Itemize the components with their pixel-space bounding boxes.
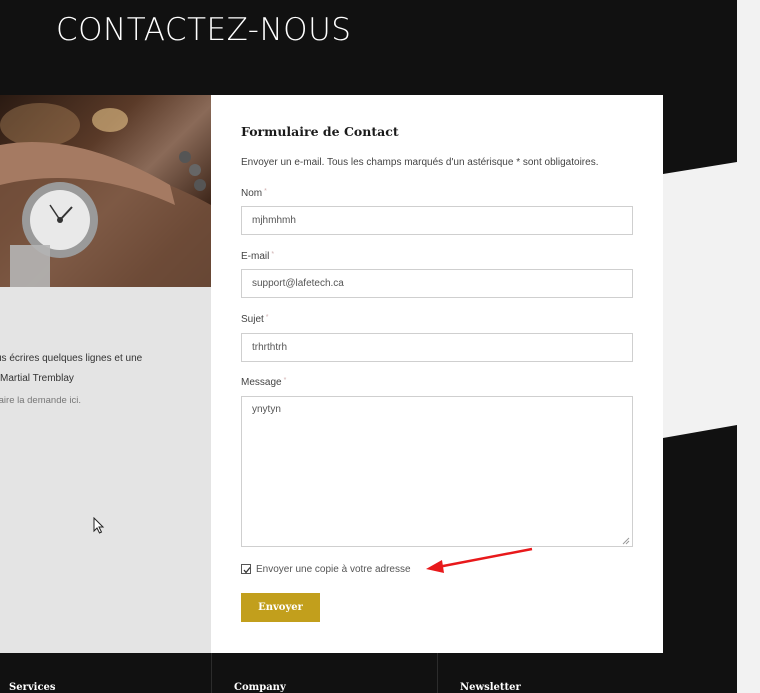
mouse-cursor-icon bbox=[93, 517, 105, 534]
footer-heading-newsletter: Newsletter bbox=[460, 682, 521, 693]
required-marker: * bbox=[265, 314, 269, 321]
red-arrow-icon bbox=[426, 547, 533, 573]
footer-divider bbox=[211, 653, 212, 693]
name-field[interactable] bbox=[241, 206, 633, 235]
name-label: Nom * bbox=[241, 188, 267, 199]
footer-divider bbox=[437, 653, 438, 693]
footer bbox=[0, 653, 737, 693]
subject-label: Sujet * bbox=[241, 314, 269, 325]
required-marker: * bbox=[264, 188, 267, 195]
contact-info-line-1: us écrires quelques lignes et une bbox=[0, 353, 143, 364]
email-label: E-mail * bbox=[241, 251, 275, 262]
email-field[interactable] bbox=[241, 269, 633, 298]
resize-grip-icon[interactable] bbox=[621, 536, 630, 545]
contact-info-note: faire la demande ici. bbox=[0, 395, 82, 406]
message-label: Message * bbox=[241, 377, 287, 388]
footer-heading-services: Services bbox=[9, 682, 56, 693]
required-marker: * bbox=[271, 251, 275, 258]
form-description: Envoyer un e-mail. Tous les champs marqu… bbox=[241, 157, 599, 168]
send-copy-option[interactable]: Envoyer une copie à votre adresse bbox=[241, 562, 411, 576]
send-button[interactable]: Envoyer bbox=[241, 593, 320, 622]
send-copy-label: Envoyer une copie à votre adresse bbox=[256, 563, 411, 575]
send-copy-checkbox[interactable] bbox=[241, 564, 251, 574]
contact-info-text: us écrires quelques lignes et une Martia… bbox=[0, 349, 142, 389]
checkmark-icon bbox=[243, 567, 251, 574]
watch-image bbox=[0, 103, 211, 287]
message-field[interactable]: ynytyn bbox=[241, 396, 633, 547]
right-margin-strip bbox=[737, 0, 760, 693]
required-marker: * bbox=[283, 377, 287, 384]
page-title: CONTACTEZ-NOUS bbox=[56, 12, 352, 48]
diagonal-light-band bbox=[663, 162, 737, 438]
watch-photo bbox=[0, 95, 211, 287]
form-heading: Formulaire de Contact bbox=[241, 124, 399, 139]
subject-field[interactable] bbox=[241, 333, 633, 362]
footer-heading-company: Company bbox=[234, 682, 286, 693]
contact-info-line-2: Martial Tremblay bbox=[0, 373, 74, 384]
